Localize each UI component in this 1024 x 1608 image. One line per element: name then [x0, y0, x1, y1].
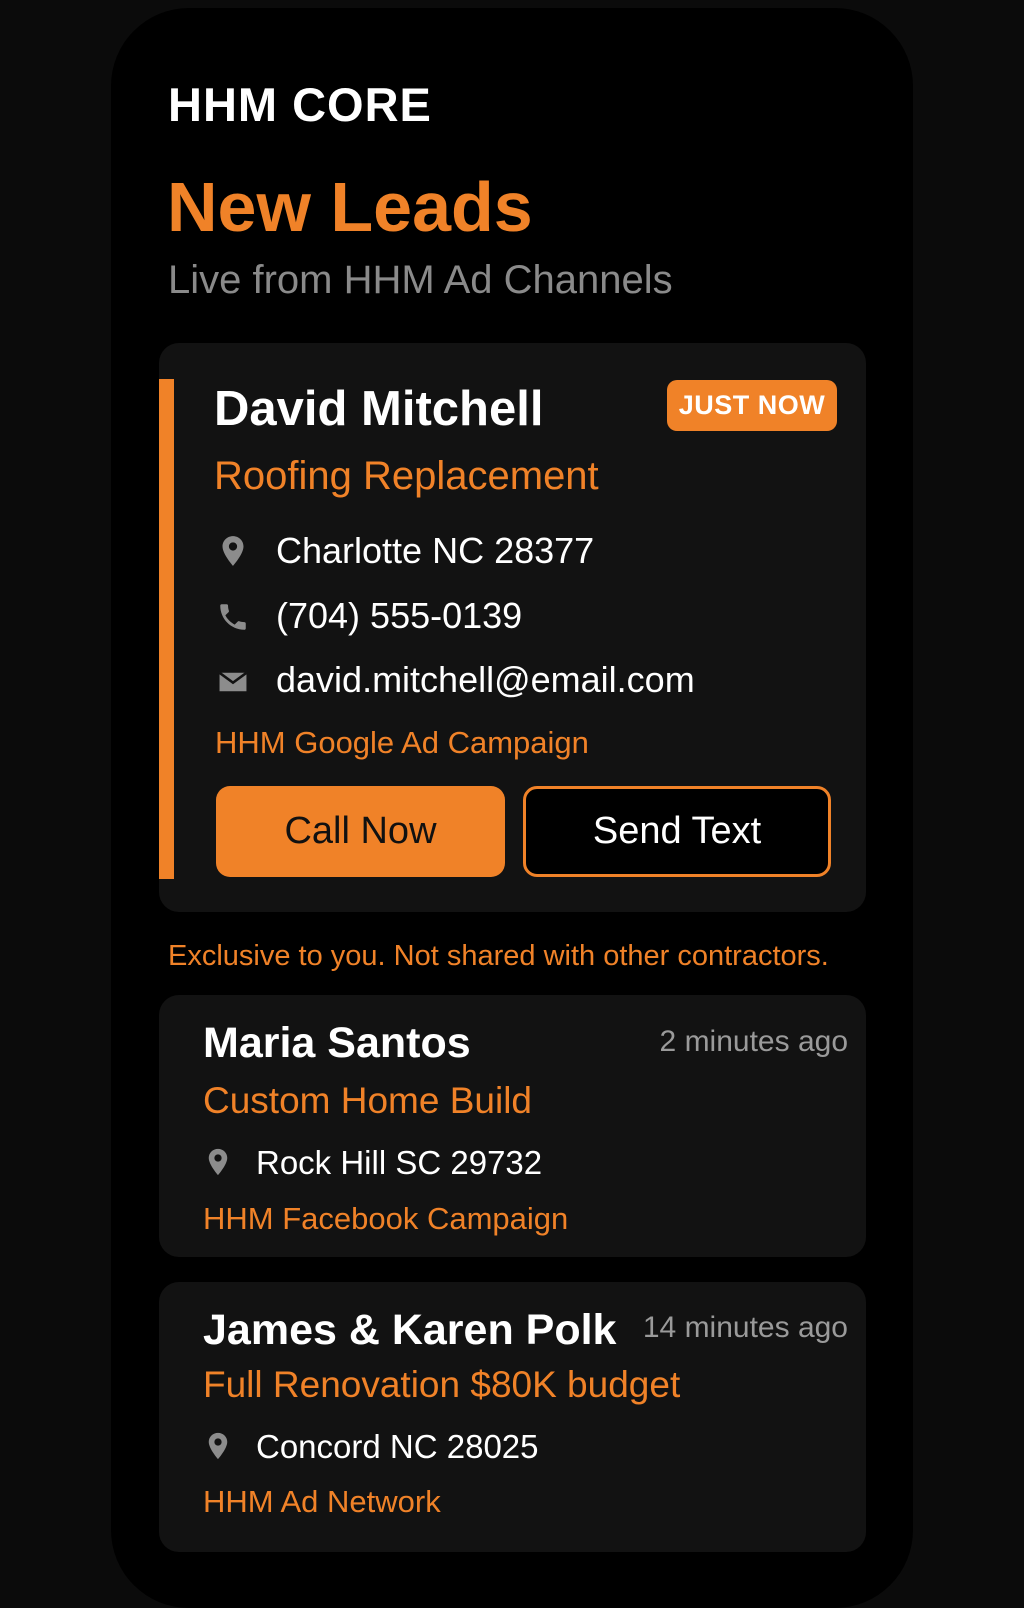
- lead-time: 14 minutes ago: [642, 1311, 848, 1344]
- page-subtitle: Live from HHM Ad Channels: [168, 258, 673, 302]
- envelope-icon: [218, 671, 248, 692]
- lead-service: Roofing Replacement: [214, 454, 599, 498]
- lead-service: Full Renovation $80K budget: [203, 1364, 681, 1405]
- lead-location: Rock Hill SC 29732: [256, 1144, 543, 1181]
- call-now-button[interactable]: Call Now: [216, 786, 505, 877]
- lead-source: HHM Facebook Campaign: [203, 1201, 569, 1236]
- lead-service: Custom Home Build: [203, 1080, 533, 1121]
- lead-name: Maria Santos: [203, 1019, 471, 1067]
- featured-accent-bar: [159, 379, 174, 879]
- lead-phone[interactable]: (704) 555-0139: [276, 595, 522, 637]
- lead-name: James & Karen Polk: [203, 1306, 617, 1354]
- send-text-button[interactable]: Send Text: [523, 786, 831, 877]
- lead-source: HHM Ad Network: [203, 1484, 441, 1519]
- lead-location: Charlotte NC 28377: [276, 530, 595, 571]
- lead-email[interactable]: david.mitchell@email.com: [276, 659, 695, 701]
- phone-icon: [220, 604, 246, 630]
- map-pin-icon: [222, 536, 244, 566]
- status-badge: JUST NOW: [667, 380, 837, 431]
- lead-name: David Mitchell: [214, 382, 544, 436]
- map-pin-icon: [208, 1432, 228, 1460]
- page-title: New Leads: [167, 168, 533, 246]
- map-pin-icon: [208, 1148, 228, 1176]
- app-brand: HHM CORE: [168, 78, 432, 131]
- exclusive-note: Exclusive to you. Not shared with other …: [168, 940, 829, 972]
- lead-location: Concord NC 28025: [256, 1428, 539, 1465]
- lead-source: HHM Google Ad Campaign: [215, 725, 589, 760]
- lead-time: 2 minutes ago: [659, 1025, 848, 1058]
